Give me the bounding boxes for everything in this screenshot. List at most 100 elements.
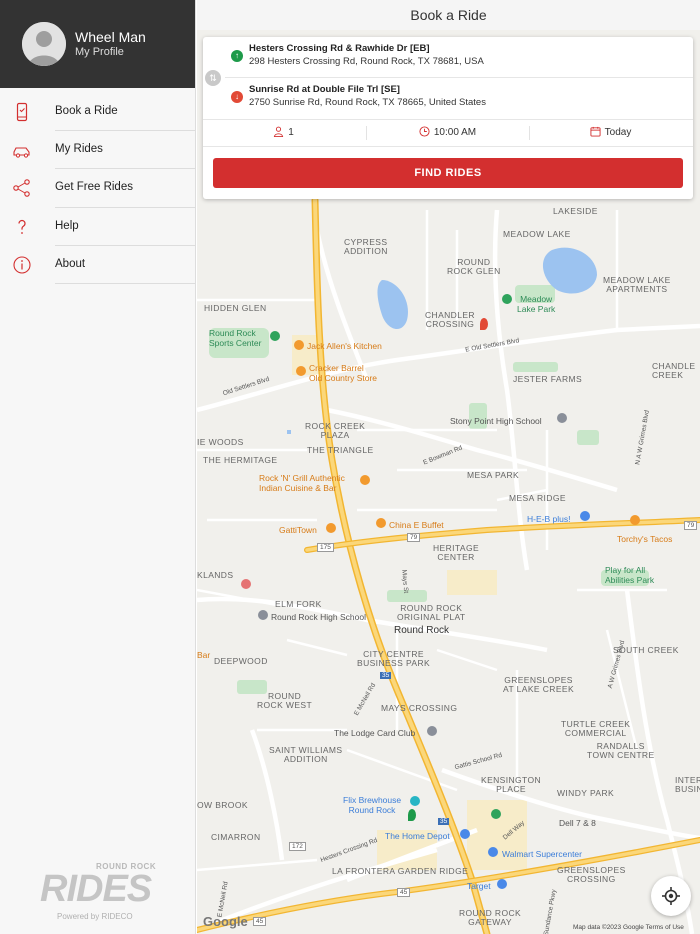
map-label: CIMARRON (211, 832, 261, 842)
poi-label[interactable]: H-E-B plus! (527, 514, 570, 524)
map-label: KLANDS (197, 570, 234, 580)
map-label: MEADOW LAKE (503, 229, 571, 239)
find-rides-button[interactable]: FIND RIDES (213, 158, 683, 188)
poi-label[interactable]: Torchy's Tacos (617, 534, 672, 544)
crosshair-icon (662, 887, 680, 905)
shopping-pin-icon[interactable] (497, 879, 507, 889)
swap-stops-button[interactable]: ⇅ (205, 70, 221, 86)
map-label: GREENSLOPES CROSSING (557, 865, 626, 884)
menu-item-book-a-ride[interactable]: Book a Ride (0, 93, 196, 132)
ride-booking-card: ⇅ ↑ Hesters Crossing Rd & Rawhide Dr [EB… (203, 37, 693, 199)
clock-icon (419, 126, 430, 137)
road-shield: 172 (289, 842, 306, 851)
shopping-pin-icon[interactable] (488, 847, 498, 857)
main-panel: Book a Ride LAKESIDE MEADOW LAKE CYPRESS… (197, 0, 700, 934)
shopping-pin-icon[interactable] (460, 829, 470, 839)
restaurant-pin-icon[interactable] (296, 366, 306, 376)
menu-item-my-rides[interactable]: My Rides (0, 131, 196, 170)
map-label: CITY CENTRE BUSINESS PARK (357, 649, 431, 668)
menu-item-get-free-rides[interactable]: Get Free Rides (0, 169, 196, 208)
map-label: KENSINGTON PLACE (481, 775, 542, 794)
profile-header[interactable]: Wheel Man My Profile (0, 0, 195, 88)
poi-label[interactable]: China E Buffet (389, 520, 444, 530)
time-selector[interactable]: 10:00 AM (367, 120, 528, 146)
map-label: JESTER FARMS (513, 374, 583, 384)
info-icon (12, 255, 32, 275)
passengers-selector[interactable]: 1 (203, 120, 364, 146)
poi-label[interactable]: The Lodge Card Club (334, 728, 415, 738)
menu-label: Help (55, 219, 79, 232)
profile-link[interactable]: My Profile (75, 46, 124, 58)
map-label: ELM FORK (275, 599, 322, 609)
poi-label[interactable]: The Home Depot (385, 831, 450, 841)
school-pin-icon[interactable] (557, 413, 567, 423)
poi-label[interactable]: Meadow Lake Park (517, 294, 555, 314)
dropoff-address: 2750 Sunrise Rd, Round Rock, TX 78665, U… (249, 97, 486, 108)
dropoff-title: Sunrise Rd at Double File Trl [SE] (249, 84, 400, 95)
menu-label: About (55, 257, 86, 270)
avatar (22, 22, 66, 66)
park-pin-icon[interactable] (270, 331, 280, 341)
passenger-count: 1 (288, 127, 294, 138)
poi-label[interactable]: Flix Brewhouse Round Rock (343, 795, 401, 815)
question-icon (12, 217, 32, 237)
poi-label[interactable]: Play for All Abilities Park (605, 565, 654, 585)
poi-label[interactable]: Dell 7 & 8 (559, 818, 596, 828)
map-label: RANDALLS TOWN CENTRE (587, 741, 655, 760)
medical-pin-icon[interactable] (241, 579, 251, 589)
poi-label[interactable]: Round Rock High School (271, 612, 366, 622)
my-location-button[interactable] (651, 876, 691, 916)
poi-label[interactable]: Cracker Barrel Old Country Store (309, 363, 377, 383)
place-pin-icon[interactable] (491, 809, 501, 819)
map-label: TURTLE CREEK COMMERCIAL (561, 719, 631, 738)
menu-label: My Rides (55, 143, 103, 156)
pickup-title: Hesters Crossing Rd & Rawhide Dr [EB] (249, 43, 430, 54)
poi-label[interactable]: Stony Point High School (450, 416, 542, 426)
pickup-pin-icon[interactable] (408, 809, 416, 821)
pickup-address: 298 Hesters Crossing Rd, Round Rock, TX … (249, 56, 484, 67)
map-label: LAKESIDE (553, 206, 598, 216)
pickup-arrow-icon: ↑ (231, 50, 243, 62)
poi-label[interactable]: Bar (197, 650, 210, 660)
restaurant-pin-icon[interactable] (294, 340, 304, 350)
poi-label[interactable]: Rock 'N' Grill Authentic Indian Cuisine … (259, 473, 345, 493)
road-shield: 35 (380, 672, 392, 679)
pickup-field[interactable]: ↑ Hesters Crossing Rd & Rawhide Dr [EB] … (225, 37, 693, 77)
ride-time: 10:00 AM (433, 127, 477, 138)
movie-pin-icon[interactable] (410, 796, 420, 806)
dropoff-field[interactable]: ↓ Sunrise Rd at Double File Trl [SE] 275… (225, 78, 693, 118)
map-label: THE HERMITAGE (203, 455, 278, 465)
road-shield: 79 (684, 521, 698, 530)
map-label: WINDY PARK (557, 788, 615, 798)
poi-label[interactable]: Jack Allen's Kitchen (307, 341, 382, 351)
poi-label[interactable]: Target (467, 881, 491, 891)
restaurant-pin-icon[interactable] (360, 475, 370, 485)
ride-date: Today (604, 127, 632, 138)
map-label: GREENSLOPES AT LAKE CREEK (503, 675, 575, 694)
map-label: IE WOODS (197, 437, 244, 447)
restaurant-pin-icon[interactable] (376, 518, 386, 528)
menu-item-about[interactable]: About (0, 246, 196, 284)
car-icon (12, 140, 32, 160)
park-pin-icon[interactable] (502, 294, 512, 304)
map-label: SAINT WILLIAMS ADDITION (269, 745, 343, 764)
google-logo: Google (203, 914, 248, 929)
poi-label[interactable]: Round Rock Sports Center (209, 328, 261, 348)
map-label: HERITAGE CENTER (433, 543, 480, 562)
school-pin-icon[interactable] (258, 610, 268, 620)
date-selector[interactable]: Today (530, 120, 691, 146)
restaurant-pin-icon[interactable] (326, 523, 336, 533)
user-silhouette-icon (22, 22, 66, 66)
page-title: Book a Ride (197, 0, 700, 30)
map-label: MEADOW LAKE APARTMENTS (603, 275, 671, 294)
destination-pin-icon[interactable] (480, 318, 488, 330)
poi-label[interactable]: Walmart Supercenter (502, 849, 582, 859)
place-pin-icon[interactable] (427, 726, 437, 736)
shopping-pin-icon[interactable] (580, 511, 590, 521)
restaurant-pin-icon[interactable] (630, 515, 640, 525)
menu-item-help[interactable]: Help (0, 208, 196, 246)
map-label: CHANDLER CROSSING (425, 310, 475, 329)
map-label: LA FRONTERA GARDEN RIDGE (332, 866, 469, 876)
map-attribution[interactable]: Map data ©2023 Google Terms of Use (573, 924, 684, 931)
poi-label[interactable]: GattiTown (279, 525, 317, 535)
